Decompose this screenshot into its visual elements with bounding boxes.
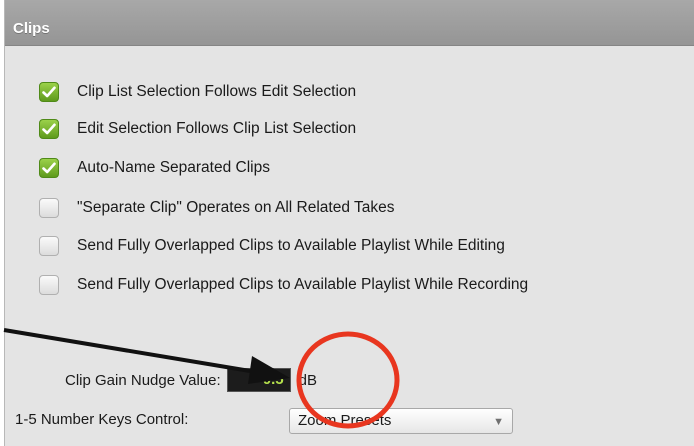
checkbox-unchecked[interactable]: [39, 198, 59, 218]
option-separate-clip-related-takes[interactable]: "Separate Clip" Operates on All Related …: [39, 196, 394, 220]
number-keys-select[interactable]: Zoom Presets ▼: [289, 408, 513, 434]
option-label: Send Fully Overlapped Clips to Available…: [77, 237, 505, 254]
number-keys-label: 1-5 Number Keys Control:: [15, 411, 189, 428]
clip-gain-nudge-row: Clip Gain Nudge Value: 0.5 dB: [65, 368, 317, 392]
option-overlapped-while-recording[interactable]: Send Fully Overlapped Clips to Available…: [39, 273, 528, 297]
clip-gain-nudge-label: Clip Gain Nudge Value:: [65, 371, 221, 389]
option-label: "Separate Clip" Operates on All Related …: [77, 199, 395, 216]
number-keys-selected-value: Zoom Presets: [298, 412, 392, 429]
clip-gain-nudge-input[interactable]: 0.5: [226, 368, 291, 392]
option-label: Clip List Selection Follows Edit Selecti…: [77, 83, 357, 100]
panel-header: Clips: [5, 0, 694, 46]
checkbox-unchecked[interactable]: [39, 236, 59, 256]
checkbox-checked[interactable]: [39, 119, 59, 139]
checkmark-icon: [42, 162, 56, 174]
clip-gain-nudge-unit: dB: [298, 371, 318, 389]
checkmark-icon: [42, 123, 56, 135]
option-edit-follows-clip-list[interactable]: Edit Selection Follows Clip List Selecti…: [39, 117, 356, 141]
number-keys-row: 1-5 Number Keys Control:: [15, 411, 188, 428]
checkmark-icon: [42, 86, 56, 98]
option-auto-name-separated[interactable]: Auto-Name Separated Clips: [39, 156, 270, 180]
dropdown-arrow-icon: ▼: [493, 416, 504, 428]
checkbox-unchecked[interactable]: [39, 275, 59, 295]
checkbox-checked[interactable]: [39, 82, 59, 102]
option-label: Send Fully Overlapped Clips to Available…: [77, 276, 529, 293]
clips-preferences-panel: Clips Clip List Selection Follows Edit S…: [4, 0, 694, 446]
option-clip-list-follows-edit[interactable]: Clip List Selection Follows Edit Selecti…: [39, 80, 356, 104]
option-overlapped-while-editing[interactable]: Send Fully Overlapped Clips to Available…: [39, 234, 505, 258]
option-label: Edit Selection Follows Clip List Selecti…: [77, 120, 357, 137]
panel-title: Clips: [13, 20, 50, 37]
option-label: Auto-Name Separated Clips: [77, 159, 270, 176]
checkbox-checked[interactable]: [39, 158, 59, 178]
